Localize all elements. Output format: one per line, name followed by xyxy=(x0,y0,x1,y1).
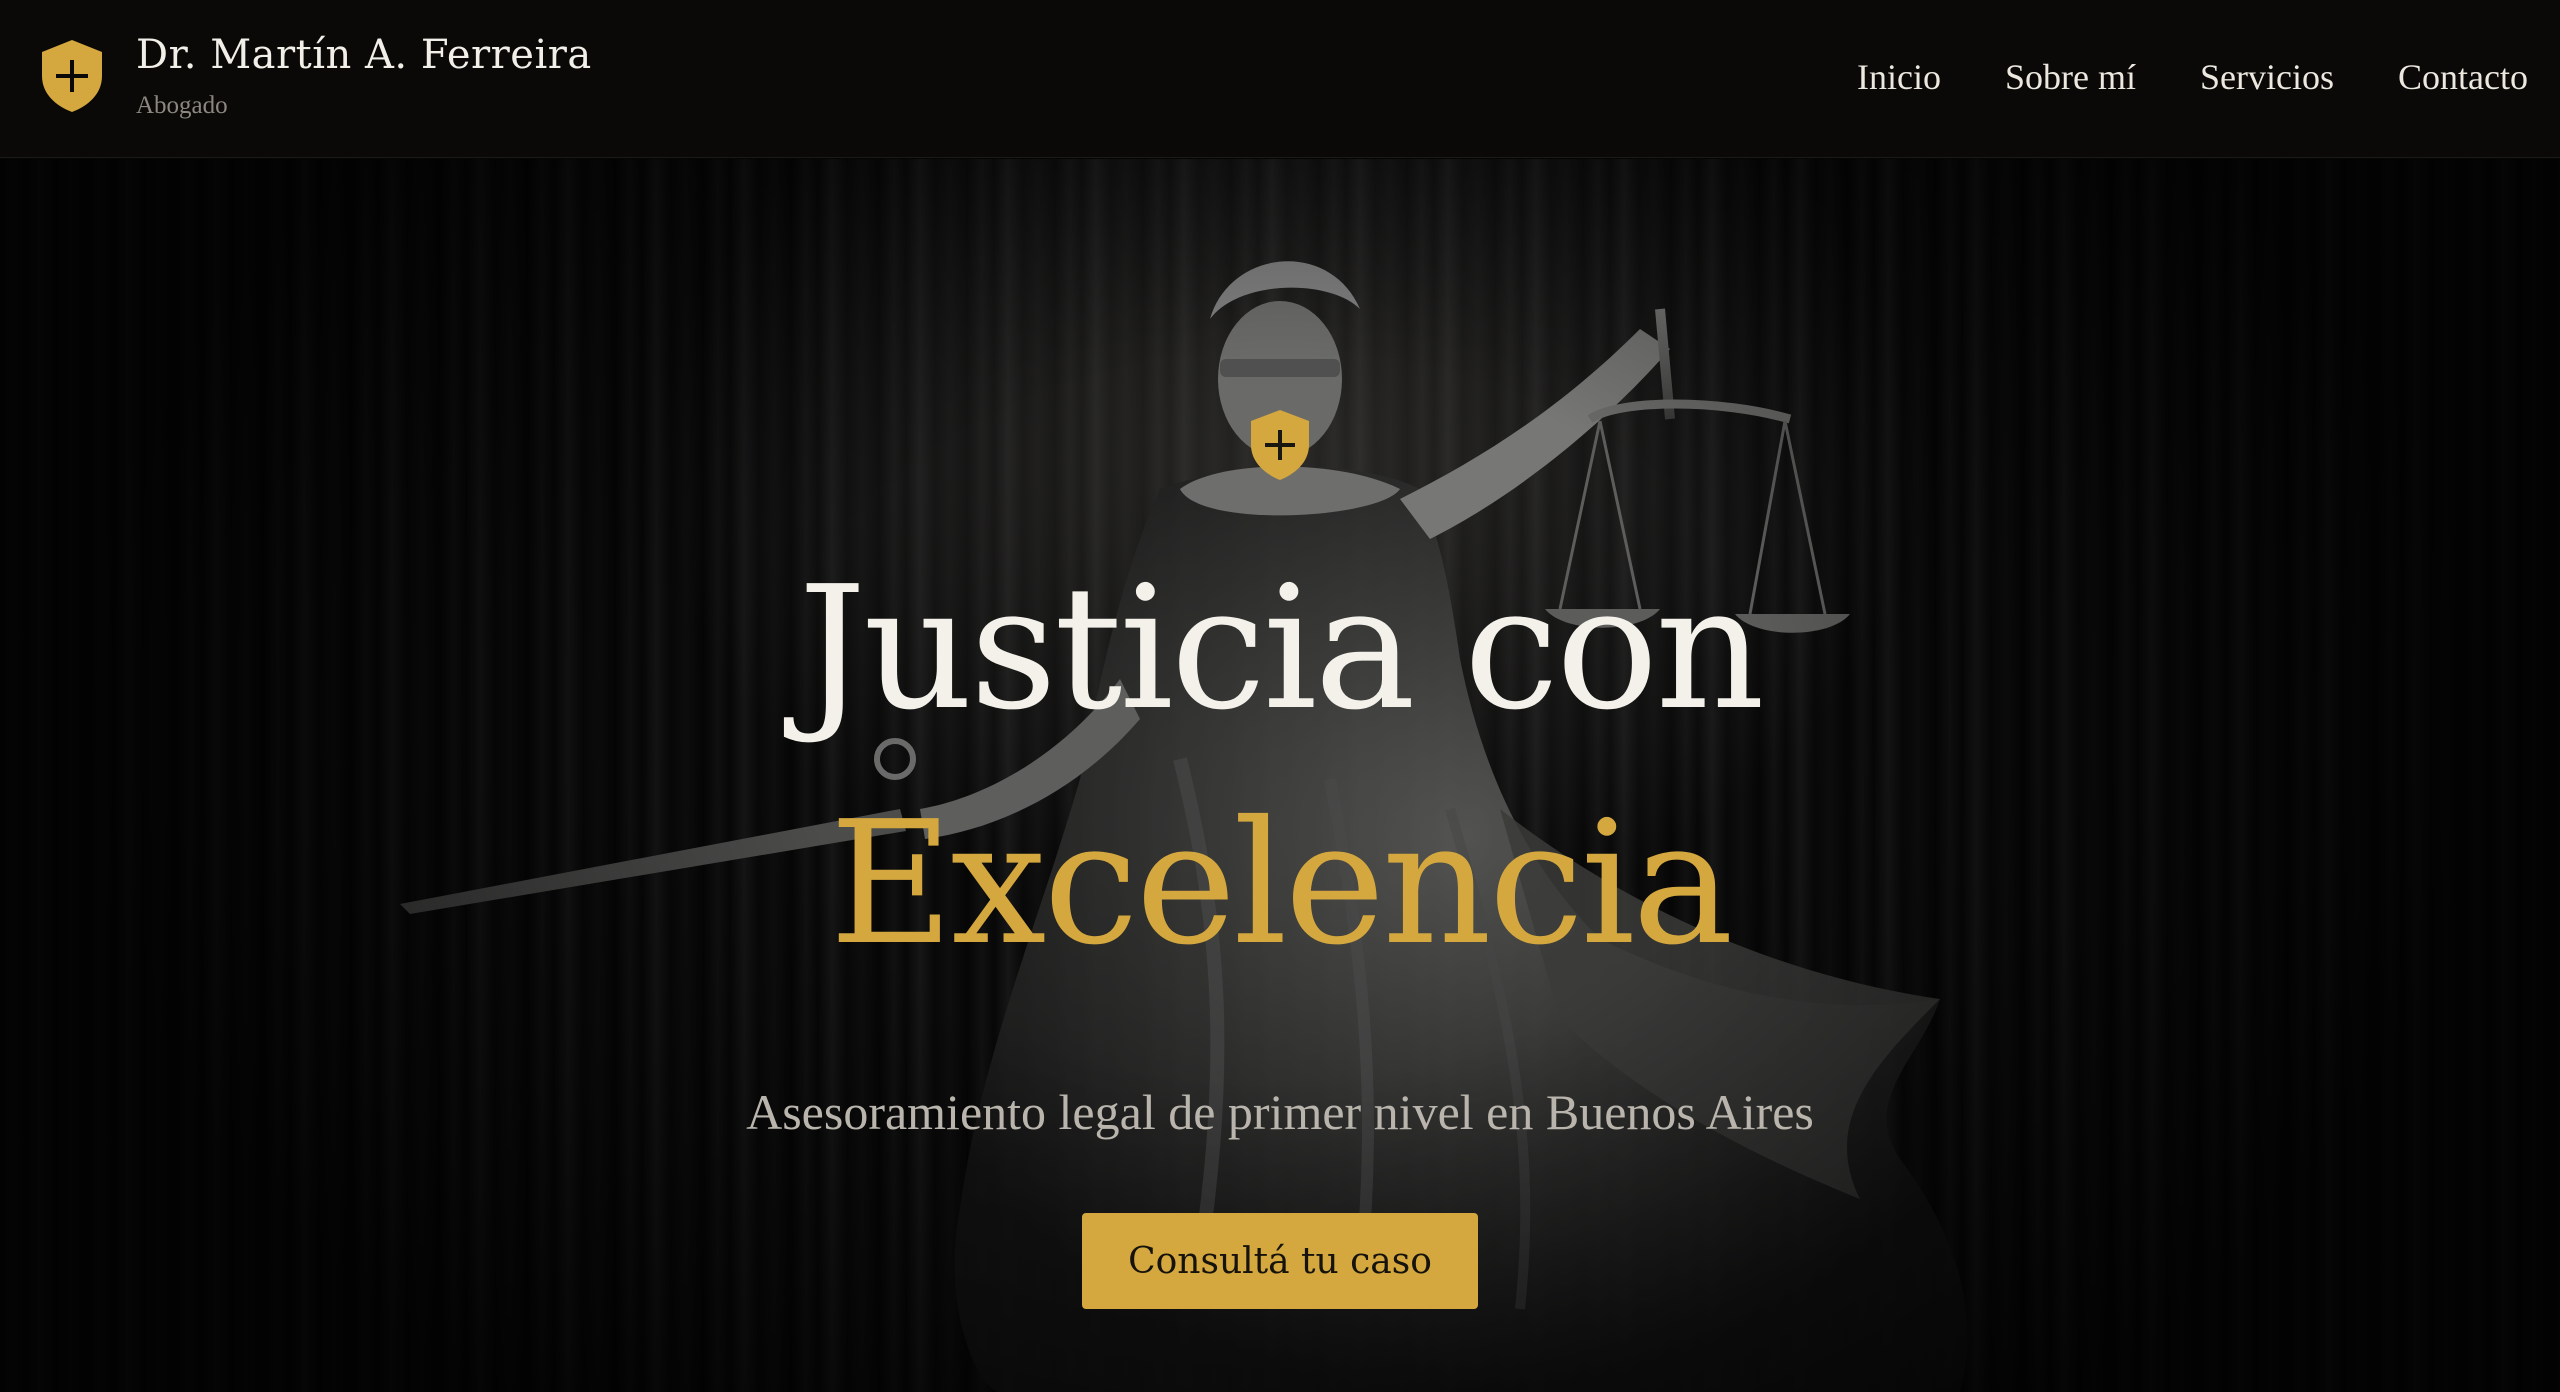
hero-subtitle: Asesoramiento legal de primer nivel en B… xyxy=(746,1084,1814,1140)
brand-subtitle: Abogado xyxy=(136,92,228,119)
brand-name[interactable]: Dr. Martín A. Ferreira xyxy=(136,32,592,78)
main-nav: Inicio Sobre mí Servicios Contacto xyxy=(1857,56,2528,98)
hero-title-line-1: Justicia con xyxy=(798,550,1765,748)
nav-item-contacto[interactable]: Contacto xyxy=(2398,56,2528,98)
nav-item-sobre-mi[interactable]: Sobre mí xyxy=(2005,56,2136,98)
hero-vignette xyxy=(0,159,2560,1392)
hero-section: Justicia con Excelencia Asesoramiento le… xyxy=(0,159,2560,1392)
site-header: Dr. Martín A. Ferreira Abogado Inicio So… xyxy=(0,0,2560,158)
shield-plus-icon[interactable] xyxy=(38,38,106,114)
nav-item-servicios[interactable]: Servicios xyxy=(2200,56,2334,98)
consult-case-button[interactable]: Consultá tu caso xyxy=(1082,1213,1478,1309)
nav-item-inicio[interactable]: Inicio xyxy=(1857,56,1941,98)
shield-plus-icon xyxy=(1251,410,1309,480)
hero-title-line-2: Excelencia xyxy=(829,785,1733,983)
